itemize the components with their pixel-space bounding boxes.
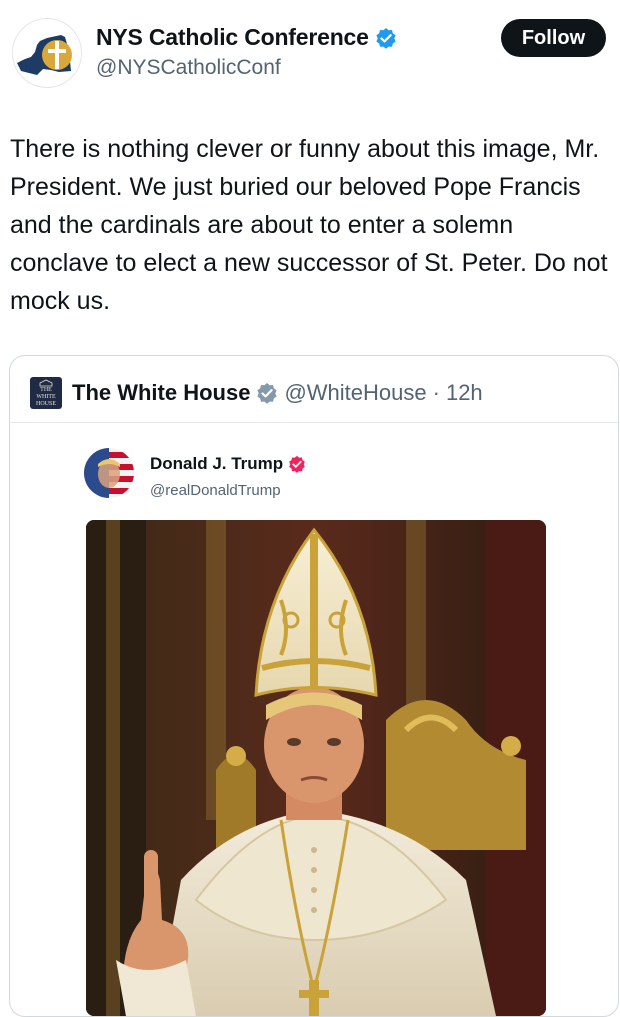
quoted-tweet-card[interactable]: THE WHITE HOUSE The White House @WhiteHo… [9,355,619,1017]
white-house-building-icon [39,379,53,386]
white-house-logo-icon[interactable]: THE WHITE HOUSE [30,377,62,409]
follow-button[interactable]: Follow [501,19,606,57]
ny-state-cross-logo-icon [17,35,72,75]
tweet-body-text: There is nothing clever or funny about t… [10,135,608,315]
quoted-divider [10,422,618,423]
tweet-header: NYS Catholic Conference @NYSCatholicConf… [0,0,620,100]
author-avatar[interactable] [12,18,82,88]
inner-display-name[interactable]: Donald J. Trump [150,454,283,474]
quoted-handle[interactable]: @WhiteHouse [284,380,426,406]
inner-handle[interactable]: @realDonaldTrump [150,482,281,499]
verified-gray-badge-icon [257,383,278,404]
pope-portrait-image[interactable] [86,520,546,1016]
verified-badge-icon [376,27,396,49]
quoted-tweet-header: THE WHITE HOUSE The White House @WhiteHo… [30,376,483,410]
quoted-separator: · [432,380,440,405]
quoted-timestamp[interactable]: 12h [446,380,483,406]
inner-author-avatar[interactable] [84,448,134,498]
author-display-name[interactable]: NYS Catholic Conference [96,24,369,51]
white-house-logo-text: THE WHITE HOUSE [35,386,56,407]
verified-red-badge-icon [289,455,306,473]
inner-name-row: Donald J. Trump [150,454,306,474]
author-handle[interactable]: @NYSCatholicConf [96,56,281,80]
quoted-display-name[interactable]: The White House [72,380,250,406]
pope-portrait-illustration-icon [86,520,546,1016]
trump-flag-avatar-icon [84,448,134,498]
author-name-row: NYS Catholic Conference [96,24,397,51]
